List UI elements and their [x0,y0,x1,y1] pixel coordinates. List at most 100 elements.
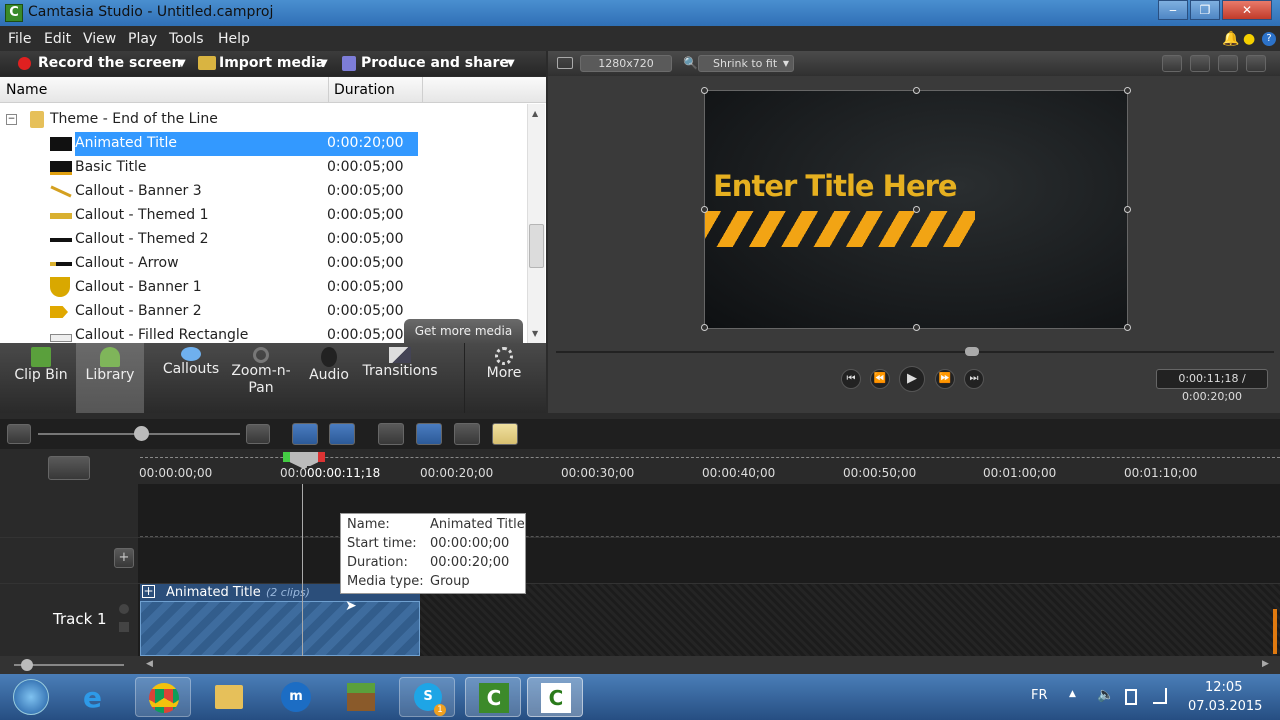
hand-pan-icon[interactable] [1190,55,1210,72]
track-height-thumb[interactable] [21,659,33,671]
file-explorer-icon[interactable] [201,677,257,717]
tab-audio[interactable]: Audio [298,343,360,413]
chevron-down-icon[interactable]: ▼ [178,58,186,69]
scroll-right-icon[interactable]: ▶ [1262,659,1269,669]
scrub-thumb[interactable] [965,347,980,356]
menu-help[interactable]: Help [218,31,250,47]
collapse-icon[interactable]: − [6,114,17,125]
scroll-up-icon[interactable]: ▲ [532,109,538,118]
windows-start-icon[interactable] [13,679,49,715]
paste-icon[interactable] [492,423,518,445]
show-hidden-icons-icon[interactable]: ▲ [1069,689,1076,699]
internet-explorer-icon[interactable]: e [69,677,125,717]
resolution-dropdown[interactable]: 1280x720 [580,55,672,72]
undo-icon[interactable] [292,423,318,445]
resize-handle[interactable] [913,324,920,331]
tab-clip-bin[interactable]: Clip Bin [8,343,74,413]
skip-back-icon[interactable]: ⏮ [841,369,861,389]
fast-forward-icon[interactable]: ⏩ [935,369,955,389]
timeline-scrollbar[interactable]: ◀ ▶ [0,656,1280,674]
zoom-in-icon[interactable] [246,424,270,444]
chevron-down-icon[interactable]: ▼ [320,58,328,69]
clock-time[interactable]: 12:05 [1205,680,1242,695]
menu-file[interactable]: File [8,31,31,47]
clip-group[interactable] [140,601,420,656]
redo-icon[interactable] [329,423,355,445]
bell-icon[interactable]: 🔔 [1222,31,1239,47]
timeline-ruler[interactable]: 00:00:00;00 00:0 00:00:20;00 00:00:30;00… [0,449,1280,484]
skip-forward-icon[interactable]: ⏭ [964,369,984,389]
tab-zoom-n-pan[interactable]: Zoom-n-Pan [228,343,294,413]
record-screen-button[interactable]: Record the screen [38,55,182,71]
clock-date[interactable]: 07.03.2015 [1188,699,1262,714]
video-title-text[interactable]: Enter Title Here [713,169,958,203]
tab-more[interactable]: More [474,343,534,413]
chevron-down-icon[interactable]: ▼ [507,58,515,69]
resize-handle[interactable] [701,87,708,94]
scroll-down-icon[interactable]: ▼ [532,329,538,338]
camtasia-recorder-icon[interactable]: C [465,677,521,717]
lightbulb-icon[interactable]: ● [1243,31,1255,47]
list-item[interactable]: Callout - Banner 3 0:00:05;00 [0,180,526,204]
split-icon[interactable] [416,423,442,445]
play-button[interactable]: ▶ [899,366,925,392]
cut-icon[interactable] [378,423,404,445]
resize-handle[interactable] [1124,324,1131,331]
import-media-button[interactable]: Import media [219,55,325,71]
volume-icon[interactable]: 🔈 [1097,687,1114,703]
list-item[interactable]: Basic Title 0:00:05;00 [0,156,526,180]
list-item[interactable]: Callout - Banner 1 0:00:05;00 [0,276,526,300]
eye-icon[interactable] [119,604,129,614]
skype-icon[interactable]: S1 [399,677,455,717]
list-item[interactable]: Callout - Themed 1 0:00:05;00 [0,204,526,228]
scroll-left-icon[interactable]: ◀ [146,659,153,669]
get-more-media-button[interactable]: Get more media [404,319,523,343]
resize-handle[interactable] [1124,206,1131,213]
menu-tools[interactable]: Tools [169,31,204,47]
produce-share-button[interactable]: Produce and share [361,55,509,71]
out-point-marker[interactable] [317,452,325,462]
resize-handle[interactable] [701,206,708,213]
zoom-out-icon[interactable] [7,424,31,444]
track-name[interactable]: Track 1 [53,610,107,628]
column-name[interactable]: Name [6,82,47,98]
folder-row[interactable]: − Theme - End of the Line [0,108,526,132]
battery-icon[interactable] [1125,689,1137,705]
close-button[interactable]: ✕ [1222,0,1272,20]
list-item[interactable]: Callout - Arrow 0:00:05;00 [0,252,526,276]
resize-handle[interactable] [1124,87,1131,94]
help-icon[interactable]: ? [1262,32,1276,46]
maxthon-icon[interactable]: m [267,677,323,717]
scrub-bar[interactable] [556,351,1274,353]
rewind-icon[interactable]: ⏪ [870,369,890,389]
in-point-marker[interactable] [283,452,291,462]
center-handle[interactable] [913,206,920,213]
tab-callouts[interactable]: Callouts [158,343,224,413]
list-scrollbar[interactable]: ▲ ▼ [527,104,545,343]
expand-group-icon[interactable]: + [142,585,155,598]
resize-handle[interactable] [913,87,920,94]
maximize-button[interactable]: ❐ [1190,0,1220,20]
fullscreen-icon[interactable] [1218,55,1238,72]
tab-transitions[interactable]: Transitions [362,343,438,413]
zoom-dropdown[interactable]: Shrink to fit ▼ [698,55,794,72]
minecraft-icon[interactable] [333,677,389,717]
gear-icon[interactable] [48,456,90,480]
minimize-button[interactable]: ‒ [1158,0,1188,20]
column-duration[interactable]: Duration [334,82,395,98]
copy-icon[interactable] [454,423,480,445]
scroll-thumb[interactable] [529,224,544,268]
menu-edit[interactable]: Edit [44,31,71,47]
zoom-slider-thumb[interactable] [134,426,149,441]
list-item[interactable]: Callout - Themed 2 0:00:05;00 [0,228,526,252]
chrome-icon[interactable] [135,677,191,717]
list-item[interactable]: Animated Title 0:00:20;00 [0,132,526,156]
tab-library[interactable]: Library [76,343,144,413]
add-track-button[interactable]: + [114,548,134,568]
lock-icon[interactable] [119,622,129,632]
crop-icon[interactable] [1162,55,1182,72]
camtasia-studio-icon[interactable]: C [527,677,583,717]
menu-view[interactable]: View [83,31,116,47]
resize-handle[interactable] [701,324,708,331]
video-canvas[interactable]: Enter Title Here [701,87,1131,331]
